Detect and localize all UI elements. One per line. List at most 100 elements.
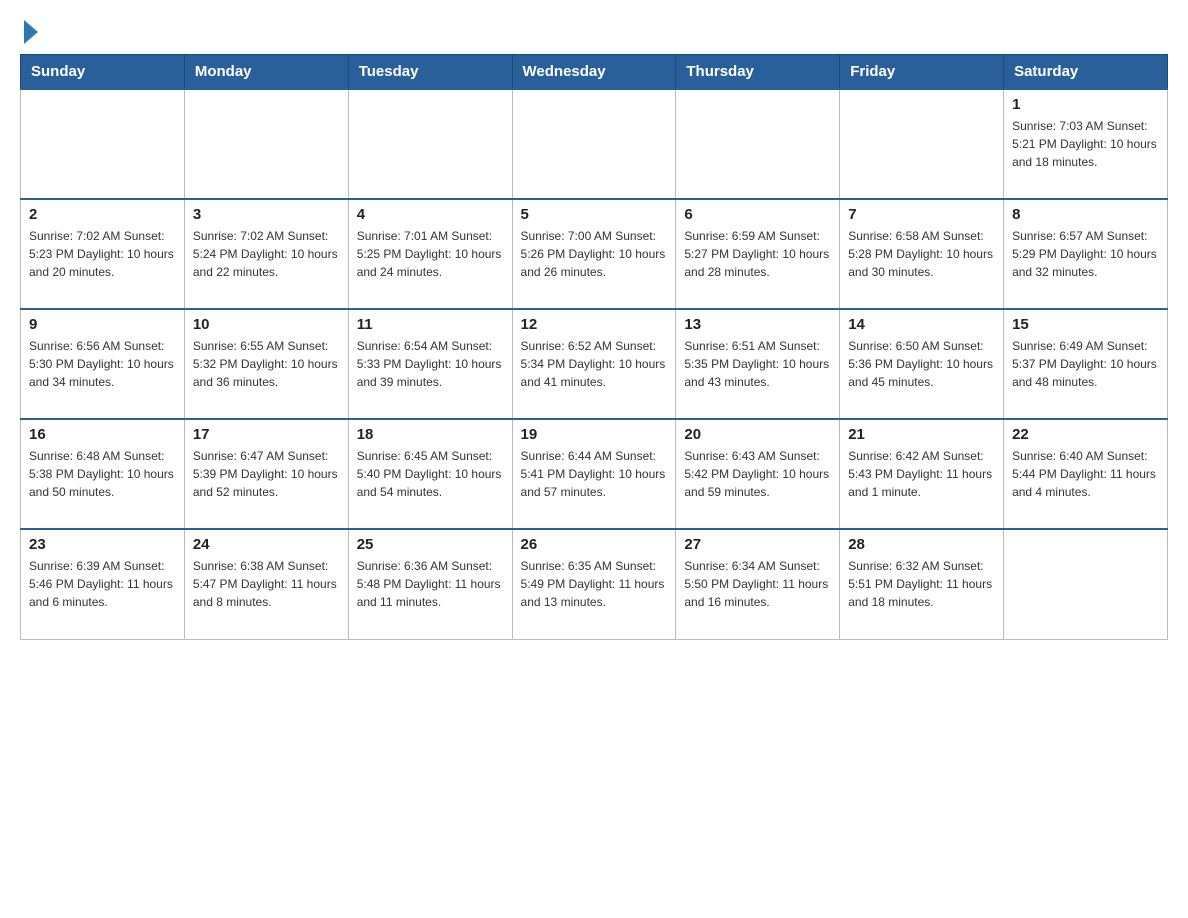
- calendar-cell: [676, 89, 840, 199]
- calendar-cell: 28 Sunrise: 6:32 AM Sunset: 5:51 PM Dayli…: [840, 529, 1004, 639]
- week-row-1: 1 Sunrise: 7:03 AM Sunset: 5:21 PM Daylig…: [21, 89, 1168, 199]
- calendar-cell: [348, 89, 512, 199]
- weekday-header-monday: Monday: [184, 55, 348, 90]
- day-info: Sunrise: 6:44 AM Sunset: 5:41 PM Dayligh…: [521, 447, 668, 501]
- calendar-cell: 5 Sunrise: 7:00 AM Sunset: 5:26 PM Daylig…: [512, 199, 676, 309]
- day-number: 13: [684, 316, 831, 333]
- calendar-cell: 3Sunrise: 7:02 AM Sunset: 5:24 PM Daylig…: [184, 199, 348, 309]
- calendar-cell: [1004, 529, 1168, 639]
- weekday-header-wednesday: Wednesday: [512, 55, 676, 90]
- day-number: 18: [357, 426, 504, 443]
- day-number: 27: [684, 536, 831, 553]
- day-number: 19: [521, 426, 668, 443]
- day-number: 4: [357, 206, 504, 223]
- calendar-cell: 4 Sunrise: 7:01 AM Sunset: 5:25 PM Daylig…: [348, 199, 512, 309]
- logo-arrow-icon: [24, 20, 38, 44]
- day-info: Sunrise: 6:47 AM Sunset: 5:39 PM Dayligh…: [193, 447, 340, 501]
- day-info: Sunrise: 6:43 AM Sunset: 5:42 PM Dayligh…: [684, 447, 831, 501]
- day-number: 20: [684, 426, 831, 443]
- week-row-5: 23Sunrise: 6:39 AM Sunset: 5:46 PM Dayli…: [21, 529, 1168, 639]
- day-info: Sunrise: 6:50 AM Sunset: 5:36 PM Dayligh…: [848, 337, 995, 391]
- day-number: 1: [1012, 96, 1159, 113]
- day-info: Sunrise: 6:45 AM Sunset: 5:40 PM Dayligh…: [357, 447, 504, 501]
- day-number: 12: [521, 316, 668, 333]
- calendar-table: SundayMondayTuesdayWednesdayThursdayFrid…: [20, 54, 1168, 640]
- logo: [20, 20, 38, 44]
- day-number: 22: [1012, 426, 1159, 443]
- calendar-cell: 7 Sunrise: 6:58 AM Sunset: 5:28 PM Daylig…: [840, 199, 1004, 309]
- calendar-cell: 15 Sunrise: 6:49 AM Sunset: 5:37 PM Dayli…: [1004, 309, 1168, 419]
- day-info: Sunrise: 6:48 AM Sunset: 5:38 PM Dayligh…: [29, 447, 176, 501]
- day-info: Sunrise: 6:42 AM Sunset: 5:43 PM Dayligh…: [848, 447, 995, 501]
- week-row-4: 16 Sunrise: 6:48 AM Sunset: 5:38 PM Dayli…: [21, 419, 1168, 529]
- calendar-cell: 25Sunrise: 6:36 AM Sunset: 5:48 PM Dayli…: [348, 529, 512, 639]
- day-info: Sunrise: 6:59 AM Sunset: 5:27 PM Dayligh…: [684, 227, 831, 281]
- weekday-header-saturday: Saturday: [1004, 55, 1168, 90]
- calendar-cell: 21 Sunrise: 6:42 AM Sunset: 5:43 PM Dayli…: [840, 419, 1004, 529]
- calendar-cell: 27 Sunrise: 6:34 AM Sunset: 5:50 PM Dayli…: [676, 529, 840, 639]
- day-number: 10: [193, 316, 340, 333]
- day-info: Sunrise: 7:03 AM Sunset: 5:21 PM Dayligh…: [1012, 117, 1159, 171]
- calendar-cell: 14 Sunrise: 6:50 AM Sunset: 5:36 PM Dayli…: [840, 309, 1004, 419]
- day-number: 28: [848, 536, 995, 553]
- day-info: Sunrise: 6:57 AM Sunset: 5:29 PM Dayligh…: [1012, 227, 1159, 281]
- calendar-cell: 12 Sunrise: 6:52 AM Sunset: 5:34 PM Dayli…: [512, 309, 676, 419]
- weekday-header-tuesday: Tuesday: [348, 55, 512, 90]
- day-info: Sunrise: 6:35 AM Sunset: 5:49 PM Dayligh…: [521, 557, 668, 611]
- day-info: Sunrise: 6:56 AM Sunset: 5:30 PM Dayligh…: [29, 337, 176, 391]
- day-info: Sunrise: 6:55 AM Sunset: 5:32 PM Dayligh…: [193, 337, 340, 391]
- day-info: Sunrise: 6:54 AM Sunset: 5:33 PM Dayligh…: [357, 337, 504, 391]
- calendar-cell: 23Sunrise: 6:39 AM Sunset: 5:46 PM Dayli…: [21, 529, 185, 639]
- day-info: Sunrise: 6:38 AM Sunset: 5:47 PM Dayligh…: [193, 557, 340, 611]
- weekday-header-sunday: Sunday: [21, 55, 185, 90]
- weekday-header-thursday: Thursday: [676, 55, 840, 90]
- calendar-cell: 9 Sunrise: 6:56 AM Sunset: 5:30 PM Daylig…: [21, 309, 185, 419]
- calendar-cell: 16 Sunrise: 6:48 AM Sunset: 5:38 PM Dayli…: [21, 419, 185, 529]
- calendar-cell: [840, 89, 1004, 199]
- day-info: Sunrise: 6:52 AM Sunset: 5:34 PM Dayligh…: [521, 337, 668, 391]
- calendar-cell: [512, 89, 676, 199]
- calendar-cell: 8Sunrise: 6:57 AM Sunset: 5:29 PM Daylig…: [1004, 199, 1168, 309]
- day-number: 11: [357, 316, 504, 333]
- day-info: Sunrise: 7:02 AM Sunset: 5:24 PM Dayligh…: [193, 227, 340, 281]
- calendar-cell: 24 Sunrise: 6:38 AM Sunset: 5:47 PM Dayli…: [184, 529, 348, 639]
- day-info: Sunrise: 7:00 AM Sunset: 5:26 PM Dayligh…: [521, 227, 668, 281]
- calendar-cell: 18 Sunrise: 6:45 AM Sunset: 5:40 PM Dayli…: [348, 419, 512, 529]
- day-number: 15: [1012, 316, 1159, 333]
- day-number: 9: [29, 316, 176, 333]
- calendar-cell: [21, 89, 185, 199]
- day-number: 14: [848, 316, 995, 333]
- day-number: 21: [848, 426, 995, 443]
- calendar-cell: 2Sunrise: 7:02 AM Sunset: 5:23 PM Daylig…: [21, 199, 185, 309]
- day-number: 24: [193, 536, 340, 553]
- day-info: Sunrise: 6:51 AM Sunset: 5:35 PM Dayligh…: [684, 337, 831, 391]
- calendar-cell: 6 Sunrise: 6:59 AM Sunset: 5:27 PM Daylig…: [676, 199, 840, 309]
- day-info: Sunrise: 6:39 AM Sunset: 5:46 PM Dayligh…: [29, 557, 176, 611]
- day-info: Sunrise: 6:49 AM Sunset: 5:37 PM Dayligh…: [1012, 337, 1159, 391]
- day-number: 6: [684, 206, 831, 223]
- day-number: 25: [357, 536, 504, 553]
- calendar-cell: 13 Sunrise: 6:51 AM Sunset: 5:35 PM Dayli…: [676, 309, 840, 419]
- calendar-cell: 26 Sunrise: 6:35 AM Sunset: 5:49 PM Dayli…: [512, 529, 676, 639]
- day-info: Sunrise: 6:34 AM Sunset: 5:50 PM Dayligh…: [684, 557, 831, 611]
- day-number: 26: [521, 536, 668, 553]
- calendar-cell: 19 Sunrise: 6:44 AM Sunset: 5:41 PM Dayli…: [512, 419, 676, 529]
- week-row-2: 2Sunrise: 7:02 AM Sunset: 5:23 PM Daylig…: [21, 199, 1168, 309]
- day-info: Sunrise: 6:32 AM Sunset: 5:51 PM Dayligh…: [848, 557, 995, 611]
- day-info: Sunrise: 7:01 AM Sunset: 5:25 PM Dayligh…: [357, 227, 504, 281]
- weekday-header-row: SundayMondayTuesdayWednesdayThursdayFrid…: [21, 55, 1168, 90]
- page-header: [20, 20, 1168, 44]
- calendar-cell: 1 Sunrise: 7:03 AM Sunset: 5:21 PM Daylig…: [1004, 89, 1168, 199]
- day-info: Sunrise: 6:58 AM Sunset: 5:28 PM Dayligh…: [848, 227, 995, 281]
- calendar-cell: 20 Sunrise: 6:43 AM Sunset: 5:42 PM Dayli…: [676, 419, 840, 529]
- week-row-3: 9 Sunrise: 6:56 AM Sunset: 5:30 PM Daylig…: [21, 309, 1168, 419]
- day-number: 5: [521, 206, 668, 223]
- weekday-header-friday: Friday: [840, 55, 1004, 90]
- day-info: Sunrise: 7:02 AM Sunset: 5:23 PM Dayligh…: [29, 227, 176, 281]
- calendar-cell: 22Sunrise: 6:40 AM Sunset: 5:44 PM Dayli…: [1004, 419, 1168, 529]
- calendar-cell: 17Sunrise: 6:47 AM Sunset: 5:39 PM Dayli…: [184, 419, 348, 529]
- calendar-cell: 11 Sunrise: 6:54 AM Sunset: 5:33 PM Dayli…: [348, 309, 512, 419]
- day-number: 7: [848, 206, 995, 223]
- calendar-cell: 10 Sunrise: 6:55 AM Sunset: 5:32 PM Dayli…: [184, 309, 348, 419]
- day-number: 16: [29, 426, 176, 443]
